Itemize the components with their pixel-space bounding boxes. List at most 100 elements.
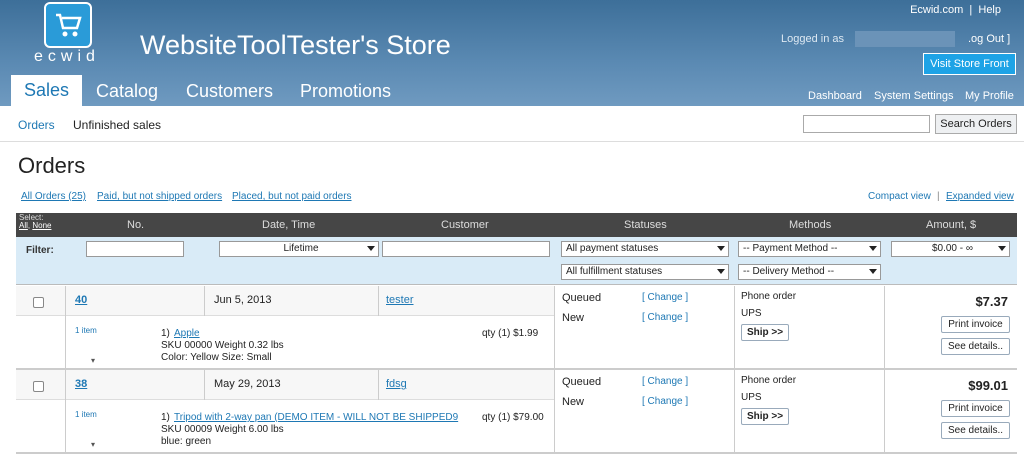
item-name[interactable]: Apple — [174, 328, 200, 339]
subnav-orders[interactable]: Orders — [18, 118, 55, 132]
payment-status: Queued — [562, 376, 602, 388]
delivery-method-value: -- Delivery Method -- — [743, 266, 835, 277]
change-fulfillment-link[interactable]: [ Change ] — [642, 312, 688, 323]
order-amount: $7.37 — [975, 294, 1008, 309]
see-details-button[interactable]: See details.. — [941, 338, 1010, 355]
item-sku: SKU 00009 Weight 6.00 lbs — [161, 424, 284, 435]
print-invoice-button[interactable]: Print invoice — [941, 400, 1010, 417]
payment-status: Queued — [562, 292, 602, 304]
customer-link[interactable]: fdsg — [386, 378, 407, 390]
item-options: blue: green — [161, 436, 212, 447]
see-details-button[interactable]: See details.. — [941, 422, 1010, 439]
my-profile-link[interactable]: My Profile — [965, 90, 1014, 102]
change-payment-link[interactable]: [ Change ] — [642, 376, 688, 387]
delivery-method-select[interactable]: -- Delivery Method -- — [738, 264, 881, 280]
store-title: WebsiteToolTester's Store — [140, 30, 451, 60]
placed-not-paid-link[interactable]: Placed, but not paid orders — [232, 191, 352, 202]
subnav-unfinished-sales[interactable]: Unfinished sales — [73, 118, 161, 132]
items-count[interactable]: 1 item — [75, 326, 97, 335]
table-row: 40 Jun 5, 2013 tester 1 item ▾ 1) Apple … — [16, 286, 1017, 370]
top-sep: | — [969, 4, 973, 16]
item-sku: SKU 00000 Weight 0.32 lbs — [161, 340, 284, 351]
order-date: May 29, 2013 — [214, 378, 281, 390]
line-number: 1) — [161, 328, 170, 339]
fulfillment-status: New — [562, 396, 585, 408]
row-checkbox[interactable] — [33, 297, 44, 308]
col-no[interactable]: No. — [127, 219, 144, 231]
amount-filter-value: $0.00 - ∞ — [931, 243, 974, 254]
items-count[interactable]: 1 item — [75, 410, 97, 419]
change-fulfillment-link[interactable]: [ Change ] — [642, 396, 688, 407]
dashboard-link[interactable]: Dashboard — [808, 90, 862, 102]
help-link[interactable]: Help — [978, 4, 1001, 16]
line-number: 1) — [161, 412, 170, 423]
number-filter-input[interactable] — [86, 241, 184, 257]
tab-sales[interactable]: Sales — [11, 75, 82, 106]
logged-in-label: Logged in as — [781, 33, 844, 45]
tab-customers[interactable]: Customers — [186, 81, 273, 102]
expand-icon[interactable]: ▾ — [91, 356, 95, 365]
chevron-down-icon — [869, 269, 877, 274]
expand-icon[interactable]: ▾ — [91, 440, 95, 449]
payment-method-select[interactable]: -- Payment Method -- — [738, 241, 881, 257]
select-control: Select: All, None — [19, 213, 52, 230]
payment-status-value: All payment statuses — [566, 243, 659, 254]
select-all-link[interactable]: All — [19, 221, 28, 230]
customer-filter-input[interactable] — [382, 241, 550, 257]
account-name-redacted — [855, 31, 955, 47]
date-filter-value: Lifetime — [283, 243, 319, 254]
amount-filter-select[interactable]: $0.00 - ∞ — [891, 241, 1010, 257]
change-payment-link[interactable]: [ Change ] — [642, 292, 688, 303]
fulfillment-status: New — [562, 312, 585, 324]
cart-logo-icon[interactable] — [44, 2, 92, 48]
order-number[interactable]: 40 — [75, 294, 87, 306]
order-number[interactable]: 38 — [75, 378, 87, 390]
table-header: Select: All, None No. Date, Time Custome… — [16, 213, 1017, 237]
row-checkbox[interactable] — [33, 381, 44, 392]
ship-button[interactable]: Ship >> — [741, 408, 789, 425]
logout-link[interactable]: .og Out ] — [968, 33, 1010, 45]
customer-link[interactable]: tester — [386, 294, 414, 306]
row-top — [16, 286, 554, 316]
item-qty-price: qty (1) $1.99 — [482, 328, 539, 339]
search-input[interactable] — [803, 115, 930, 133]
print-invoice-button[interactable]: Print invoice — [941, 316, 1010, 333]
col-amount[interactable]: Amount, $ — [926, 219, 976, 231]
chevron-down-icon — [717, 246, 725, 251]
fulfillment-status-value: All fulfillment statuses — [566, 266, 663, 277]
paid-not-shipped-link[interactable]: Paid, but not shipped orders — [97, 191, 222, 202]
date-filter-select[interactable]: Lifetime — [219, 241, 379, 257]
col-methods: Methods — [789, 219, 832, 231]
filter-label: Filter: — [26, 245, 54, 256]
all-orders-link[interactable]: All Orders (25) — [21, 191, 86, 202]
header: ecwid WebsiteToolTester's Store Ecwid.co… — [0, 0, 1024, 106]
sub-navigation: Orders Unfinished sales Search Orders — [0, 106, 1024, 142]
ecwid-link[interactable]: Ecwid.com — [910, 4, 963, 16]
tab-promotions[interactable]: Promotions — [300, 81, 391, 102]
payment-method: Phone order — [741, 291, 797, 302]
payment-method-value: -- Payment Method -- — [743, 243, 838, 254]
ship-button[interactable]: Ship >> — [741, 324, 789, 341]
logo-text: ecwid — [34, 48, 100, 65]
system-settings-link[interactable]: System Settings — [874, 90, 953, 102]
payment-method: Phone order — [741, 375, 797, 386]
chevron-down-icon — [367, 246, 375, 251]
col-customer[interactable]: Customer — [441, 219, 489, 231]
select-none-link[interactable]: None — [32, 221, 51, 230]
shipping-method: UPS — [741, 392, 762, 403]
fulfillment-status-select[interactable]: All fulfillment statuses — [561, 264, 729, 280]
payment-status-select[interactable]: All payment statuses — [561, 241, 729, 257]
compact-view-link[interactable]: Compact view — [868, 191, 931, 202]
tab-catalog[interactable]: Catalog — [96, 81, 158, 102]
search-orders-button[interactable]: Search Orders — [935, 114, 1017, 134]
expanded-view-link[interactable]: Expanded view — [946, 191, 1014, 202]
visit-store-front-button[interactable]: Visit Store Front — [923, 53, 1016, 75]
top-links: Ecwid.com | Help — [910, 4, 1001, 16]
item-qty-price: qty (1) $79.00 — [482, 412, 544, 423]
chevron-down-icon — [998, 246, 1006, 251]
col-date[interactable]: Date, Time — [262, 219, 315, 231]
page-title: Orders — [18, 153, 86, 178]
item-name[interactable]: Tripod with 2-way pan (DEMO ITEM - WILL … — [174, 412, 458, 423]
col-statuses: Statuses — [624, 219, 667, 231]
item-options: Color: Yellow Size: Small — [161, 352, 272, 363]
